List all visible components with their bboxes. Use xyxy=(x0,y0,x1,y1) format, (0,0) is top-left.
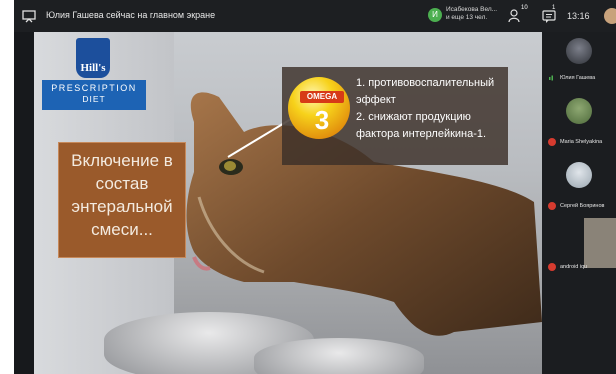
omega-effects-text: 1. противовоспалительный эффект 2. снижа… xyxy=(356,77,495,140)
chat-count: 1 xyxy=(552,5,556,11)
chat-icon[interactable] xyxy=(542,8,558,24)
participant-tile[interactable]: Maria Shelyakina xyxy=(542,92,616,148)
omega-label: OMEGA xyxy=(300,91,344,103)
participants-count: 10 xyxy=(521,5,528,11)
participant-tile[interactable]: android iqu xyxy=(542,258,616,278)
mic-off-icon xyxy=(548,263,556,271)
participant-avatar xyxy=(566,38,592,64)
presenter-subtitle: и еще 13 чел. xyxy=(446,14,488,21)
presenter-name: Исабекова Вел... xyxy=(446,6,498,13)
participant-name: Юлия Гашева xyxy=(560,75,596,81)
participant-name: Maria Shelyakina xyxy=(560,139,603,145)
presenter-info[interactable]: Исабекова Вел... и еще 13 чел. xyxy=(446,6,497,22)
presenting-title: Юлия Гашева сейчас на главном экране xyxy=(46,10,216,20)
participant-name: android iqu xyxy=(560,264,588,270)
presenter-avatar[interactable]: И xyxy=(428,8,442,22)
omega-info-box: OMEGA 3 1. противовоспалительный эффект … xyxy=(282,67,508,165)
clock: 13:16 xyxy=(567,11,590,21)
participant-name: Сергей Бояринов xyxy=(560,203,605,209)
participant-avatar xyxy=(566,162,592,188)
top-bar: Юлия Гашева сейчас на главном экране И И… xyxy=(14,0,616,32)
participant-tile[interactable]: Юлия Гашева xyxy=(542,32,616,86)
self-avatar[interactable] xyxy=(604,8,616,24)
participant-tile[interactable]: Сергей Бояринов xyxy=(542,156,616,212)
shared-slide: Hill's PRESCRIPTION DIET Включение в сос… xyxy=(34,32,542,374)
mic-off-icon xyxy=(548,202,556,210)
conference-window: Юлия Гашева сейчас на главном экране И И… xyxy=(14,0,616,374)
speaking-icon xyxy=(549,75,553,81)
mic-off-icon xyxy=(548,138,556,146)
omega-number: 3 xyxy=(314,105,330,135)
participant-avatar xyxy=(566,98,592,124)
omega-badge: OMEGA 3 xyxy=(288,77,350,139)
participants-sidebar: Юлия Гашева Maria Shelyakina Сергей Бояр… xyxy=(542,32,616,374)
presentation-icon[interactable] xyxy=(22,9,36,23)
